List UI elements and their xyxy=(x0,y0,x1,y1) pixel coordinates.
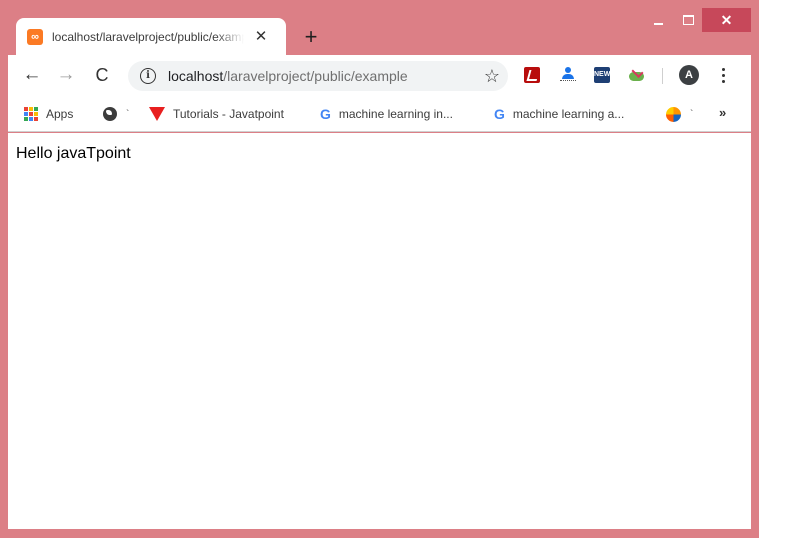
acrobat-icon[interactable] xyxy=(524,67,540,83)
bookmark-star-icon[interactable]: ☆ xyxy=(484,66,500,86)
new-tab-button[interactable]: + xyxy=(300,26,322,48)
toolbar: ← → C i localhost/laravelproject/public/… xyxy=(8,55,751,96)
site-info-icon[interactable]: i xyxy=(140,68,156,84)
url-host: localhost xyxy=(168,68,224,84)
profile-avatar[interactable]: A xyxy=(679,65,699,85)
url-path: /laravelproject/public/example xyxy=(223,68,408,84)
bookmark-ml-in[interactable]: G machine learning in... xyxy=(320,105,453,123)
back-button[interactable]: ← xyxy=(20,63,44,87)
more-bookmarks-button[interactable]: » xyxy=(719,105,726,120)
page-text: Hello javaTpoint xyxy=(16,145,131,162)
google-icon: G xyxy=(320,106,331,122)
maximize-icon xyxy=(682,15,694,25)
bookmark-ml-a-label: machine learning a... xyxy=(512,107,625,121)
tab-close-icon[interactable]: ✕ xyxy=(253,28,269,45)
person-icon[interactable] xyxy=(560,67,576,83)
toolbar-separator xyxy=(662,68,663,84)
xampp-icon: ∞ xyxy=(27,28,43,45)
address-bar[interactable]: i localhost/laravelproject/public/exampl… xyxy=(128,61,508,91)
bookmark-globe[interactable]: ` xyxy=(103,105,129,123)
maximize-button[interactable] xyxy=(675,8,701,32)
bookmark-ml-in-label: machine learning in... xyxy=(338,107,453,121)
bookmarks-bar: Apps ` Tutorials - Javatpoint G machine … xyxy=(8,96,751,132)
bookmark-ml-a[interactable]: G machine learning a... xyxy=(494,105,624,123)
bookmark-globe-label: ` xyxy=(126,108,130,120)
globe-icon xyxy=(103,107,117,121)
page-content: Hello javaTpoint xyxy=(8,133,751,529)
reload-button[interactable]: C xyxy=(90,63,114,87)
javatpoint-icon xyxy=(149,107,165,121)
bookmark-apps[interactable]: Apps xyxy=(24,105,73,123)
browser-window: ∞ localhost/laravelproject/public/exampl… xyxy=(0,0,759,538)
firefox-icon xyxy=(666,106,681,122)
forward-button[interactable]: → xyxy=(54,63,78,87)
apps-grid-icon xyxy=(24,107,38,121)
cloud-upload-icon[interactable] xyxy=(628,65,644,83)
minimize-icon xyxy=(653,23,663,25)
bookmark-firefox-label: ` xyxy=(690,108,694,120)
menu-icon[interactable] xyxy=(715,64,731,86)
tab-title: localhost/laravelproject/public/example xyxy=(52,29,244,44)
close-window-button[interactable]: ✕ xyxy=(702,8,751,32)
minimize-button[interactable] xyxy=(645,8,671,32)
tab-active[interactable]: ∞ localhost/laravelproject/public/exampl… xyxy=(16,18,286,55)
url-text[interactable]: localhost/laravelproject/public/example xyxy=(168,68,408,84)
google-icon: G xyxy=(494,106,505,122)
bookmark-apps-label: Apps xyxy=(46,107,74,121)
new-badge-icon[interactable]: NEW xyxy=(594,67,610,83)
bookmark-javatpoint[interactable]: Tutorials - Javatpoint xyxy=(149,105,284,123)
bookmark-firefox[interactable]: ` xyxy=(666,105,693,123)
bookmark-javatpoint-label: Tutorials - Javatpoint xyxy=(173,107,284,121)
